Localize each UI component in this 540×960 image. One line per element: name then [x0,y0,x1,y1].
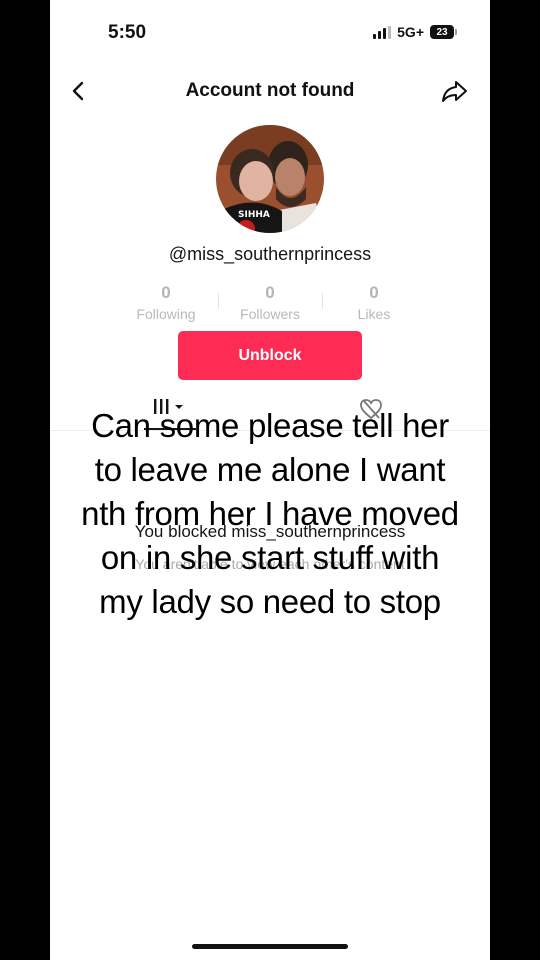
share-arrow-icon [442,81,467,102]
avatar[interactable]: SIHHA [216,125,324,233]
stat-label: Following [136,306,196,322]
caption-overlay: Can some please tell her to leave me alo… [0,404,540,624]
signal-icon [373,25,392,39]
caption-line: my lady so need to stop [99,583,441,620]
network-label: 5G+ [397,24,424,40]
stat-value: 0 [265,283,275,302]
stat-following[interactable]: 0 Following [114,283,218,322]
status-bar-right: 5G+ 23 [373,24,457,40]
status-time: 5:50 [108,22,147,43]
share-button[interactable] [440,76,470,106]
unblock-button[interactable]: Unblock [178,331,362,380]
caption-line: nth from her I have moved [81,495,459,532]
battery-icon: 23 [430,25,457,39]
stat-label: Likes [357,306,391,322]
stat-value: 0 [161,283,171,302]
svg-text:SIHHA: SIHHA [238,210,270,220]
stat-followers[interactable]: 0 Followers [218,283,322,322]
caption-line: on in she start stuff with [100,539,440,576]
stat-label: Followers [240,306,300,322]
caption-line: to leave me alone I want [94,451,446,488]
profile-stats: 0 Following 0 Followers 0 Likes [114,283,426,322]
home-indicator[interactable] [192,944,348,949]
username: @miss_southernprincess [168,244,372,264]
caption-line: Can some please tell her [91,407,449,444]
stat-likes[interactable]: 0 Likes [322,283,426,322]
stat-value: 0 [369,283,379,302]
page-title: Account not found [185,80,355,101]
battery-level: 23 [436,26,448,38]
profile-photo: SIHHA [216,125,324,233]
